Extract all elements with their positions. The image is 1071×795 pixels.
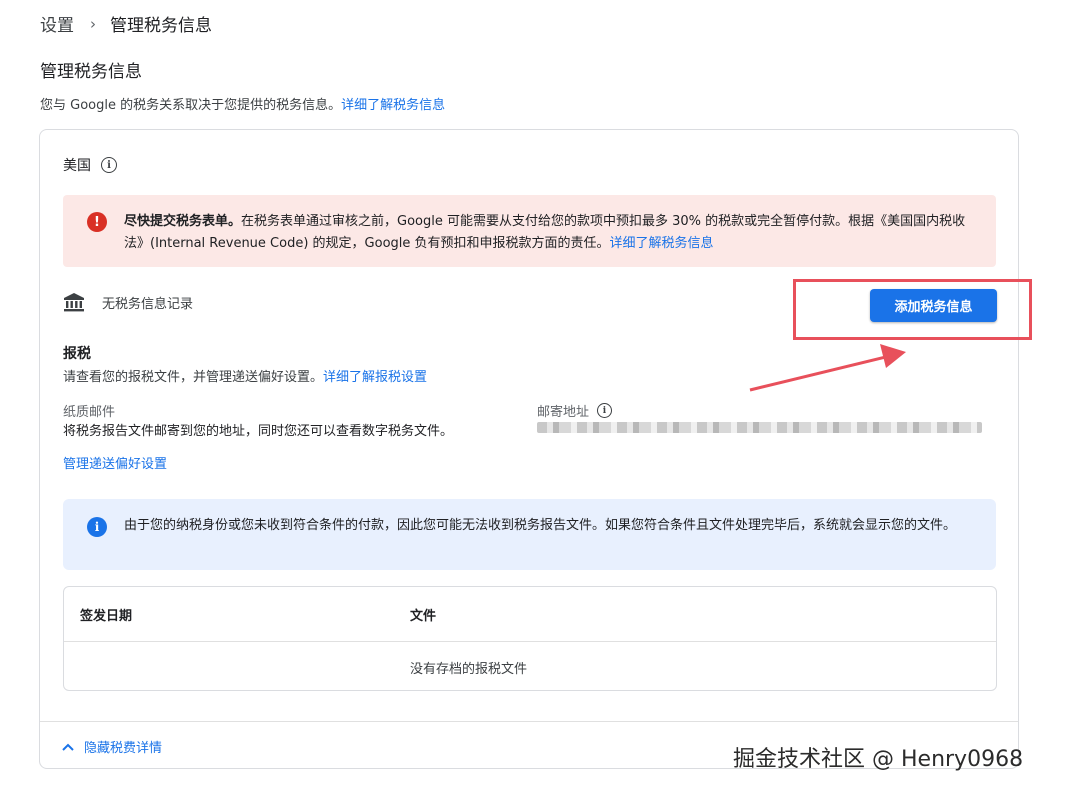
breadcrumb: 设置 › 管理税务信息 bbox=[40, 11, 212, 37]
tax-reporting-title: 报税 bbox=[63, 346, 91, 362]
breadcrumb-settings-link[interactable]: 设置 bbox=[40, 11, 74, 36]
card-footer-divider bbox=[40, 721, 1018, 722]
bank-icon bbox=[64, 293, 84, 312]
annotation-arrow-icon bbox=[749, 344, 906, 392]
tax-reporting-desc-text: 请查看您的报税文件，并管理递送偏好设置。 bbox=[63, 370, 324, 385]
hide-tax-details-label: 隐藏税费详情 bbox=[84, 741, 163, 756]
watermark: 掘金技术社区 @ Henry0968 bbox=[733, 747, 1024, 772]
eligibility-info-text: 由于您的纳税身份或您未收到符合条件的付款，因此您可能无法收到税务报告文件。如果您… bbox=[124, 518, 957, 533]
learn-more-tax-link[interactable]: 详细了解税务信息 bbox=[341, 98, 445, 113]
tax-form-warning-banner: ! 尽快提交税务表单。在税务表单通过审核之前，Google 可能需要从支付给您的… bbox=[63, 195, 996, 267]
table-empty-message: 没有存档的报税文件 bbox=[410, 662, 528, 677]
tax-reporting-desc: 请查看您的报税文件，并管理递送偏好设置。详细了解报税设置 bbox=[63, 366, 427, 385]
tax-card: 美国 i ! 尽快提交税务表单。在税务表单通过审核之前，Google 可能需要从… bbox=[39, 129, 1019, 769]
manage-delivery-preferences-link[interactable]: 管理递送偏好设置 bbox=[63, 453, 167, 472]
column-header-file: 文件 bbox=[410, 609, 437, 624]
page-intro: 您与 Google 的税务关系取决于您提供的税务信息。详细了解税务信息 bbox=[40, 94, 445, 113]
chevron-up-icon bbox=[62, 743, 74, 751]
tax-info-status: 无税务信息记录 bbox=[63, 292, 193, 312]
tax-reporting-learn-more-link[interactable]: 详细了解报税设置 bbox=[323, 370, 427, 385]
warning-body-text: 在税务表单通过审核之前，Google 可能需要从支付给您的款项中预扣最多 30%… bbox=[124, 214, 966, 251]
table-header-divider bbox=[64, 641, 996, 642]
eligibility-info-banner: i 由于您的纳税身份或您未收到符合条件的付款，因此您可能无法收到税务报告文件。如… bbox=[63, 499, 996, 570]
country-name: 美国 bbox=[63, 158, 91, 174]
hide-tax-details-link[interactable]: 隐藏税费详情 bbox=[62, 737, 162, 756]
tax-documents-table: 签发日期 文件 没有存档的报税文件 bbox=[63, 586, 997, 691]
info-outline-icon[interactable]: i bbox=[101, 157, 117, 173]
page-intro-text: 您与 Google 的税务关系取决于您提供的税务信息。 bbox=[40, 98, 342, 113]
mailing-address-label-text: 邮寄地址 bbox=[537, 405, 590, 420]
info-icon: i bbox=[87, 517, 107, 537]
country-header: 美国 i bbox=[63, 155, 117, 175]
error-icon: ! bbox=[87, 212, 107, 232]
mailing-address-info-icon[interactable]: i bbox=[597, 403, 613, 418]
paper-mail-label: 纸质邮件 bbox=[63, 405, 116, 420]
breadcrumb-current: 管理税务信息 bbox=[110, 16, 212, 36]
warning-bold-text: 尽快提交税务表单。 bbox=[124, 214, 242, 229]
page-title: 管理税务信息 bbox=[40, 62, 142, 82]
paper-mail-desc: 将税务报告文件邮寄到您的地址，同时您还可以查看数字税务文件。 bbox=[63, 424, 454, 439]
column-header-issue-date: 签发日期 bbox=[80, 609, 133, 624]
annotation-highlight-box bbox=[793, 279, 1032, 340]
breadcrumb-separator: › bbox=[90, 14, 96, 33]
warning-text: 尽快提交税务表单。在税务表单通过审核之前，Google 可能需要从支付给您的款项… bbox=[124, 211, 984, 255]
warning-learn-more-link[interactable]: 详细了解税务信息 bbox=[610, 236, 714, 251]
no-tax-info-text: 无税务信息记录 bbox=[102, 296, 194, 312]
mailing-address-label: 邮寄地址 i bbox=[537, 401, 613, 420]
mailing-address-redacted bbox=[537, 422, 982, 433]
